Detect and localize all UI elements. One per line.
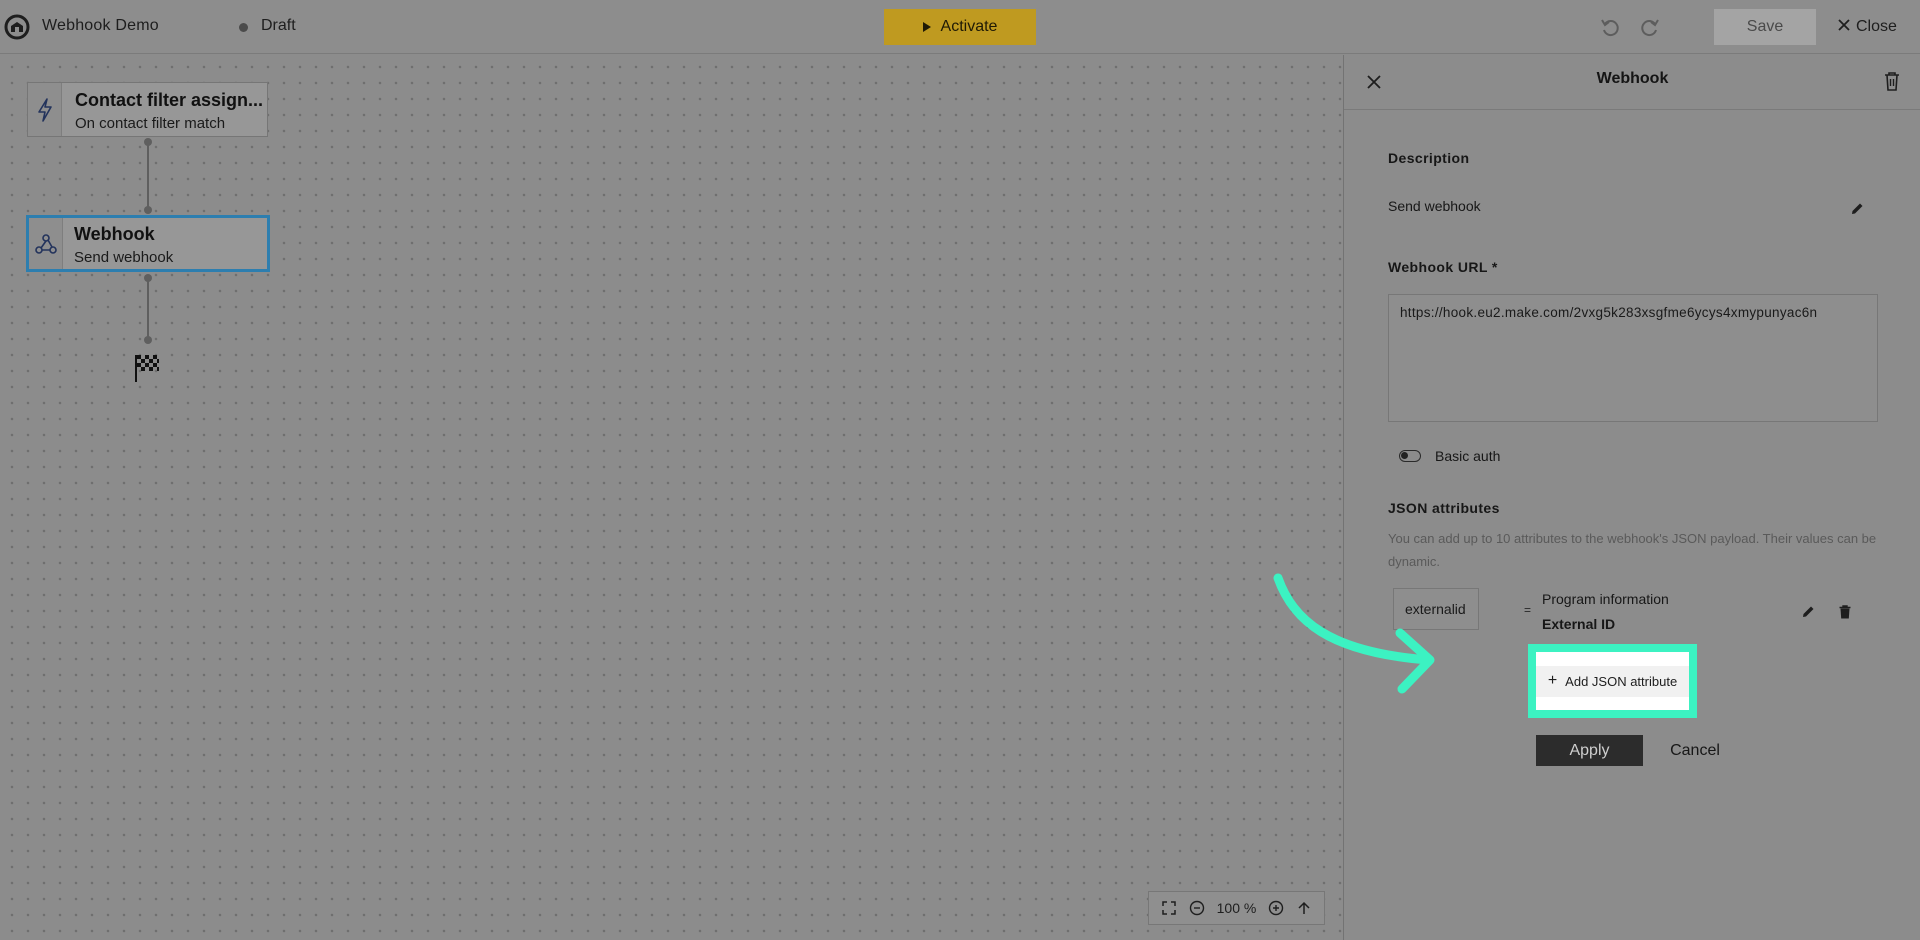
equals-sign: =	[1524, 603, 1532, 617]
webhook-settings-panel: Webhook Description Send webhook Webhook…	[1343, 55, 1920, 940]
attribute-source: Program information	[1542, 591, 1669, 607]
zoom-level: 100 %	[1216, 900, 1257, 916]
connector-dot	[144, 138, 152, 146]
annotation-arrow-icon	[1273, 573, 1435, 694]
node-title: Webhook	[74, 224, 155, 244]
app-logo-icon[interactable]	[4, 14, 30, 40]
node-subtitle: Send webhook	[74, 249, 174, 266]
fullscreen-icon[interactable]	[1160, 899, 1178, 917]
save-button[interactable]: Save	[1714, 9, 1816, 45]
plus-icon: +	[1547, 672, 1558, 689]
redo-icon[interactable]	[1637, 14, 1663, 40]
delete-attribute-icon[interactable]	[1836, 603, 1854, 621]
webhook-icon	[29, 218, 63, 269]
zoom-in-icon[interactable]	[1267, 899, 1285, 917]
panel-title: Webhook	[1596, 70, 1669, 87]
basic-auth-toggle[interactable]	[1399, 450, 1421, 462]
node-subtitle: On contact filter match	[75, 115, 226, 132]
add-attribute-highlight: + Add JSON attribute	[1528, 644, 1697, 718]
zoom-out-icon[interactable]	[1188, 899, 1206, 917]
edit-description-icon[interactable]	[1848, 200, 1866, 218]
toggle-knob	[1401, 452, 1408, 459]
add-json-attribute-button[interactable]: + Add JSON attribute	[1536, 665, 1689, 697]
close-button[interactable]: Close	[1838, 13, 1897, 41]
top-bar: Webhook Demo Draft Activate Save Close	[0, 0, 1920, 54]
description-label: Description	[1388, 150, 1470, 166]
json-attributes-label: JSON attributes	[1388, 500, 1500, 516]
lightning-icon	[28, 83, 62, 136]
basic-auth-label: Basic auth	[1435, 448, 1501, 464]
connector-dot	[144, 336, 152, 344]
play-icon	[922, 22, 931, 32]
json-attributes-help: You can add up to 10 attributes to the w…	[1388, 531, 1877, 569]
webhook-url-input[interactable]: https://hook.eu2.make.com/2vxg5k283xsgfm…	[1388, 294, 1878, 422]
attribute-field: External ID	[1542, 616, 1616, 632]
edit-attribute-icon[interactable]	[1799, 603, 1817, 621]
node-title: Contact filter assign...	[75, 90, 264, 110]
status-dot	[239, 23, 248, 32]
status-label: Draft	[261, 17, 296, 34]
workflow-node-trigger[interactable]: Contact filter assign... On contact filt…	[27, 82, 268, 137]
node-connector	[147, 142, 149, 210]
trash-icon[interactable]	[1881, 69, 1903, 93]
close-icon	[1838, 18, 1850, 36]
close-label: Close	[1856, 18, 1897, 35]
webhook-url-label: Webhook URL *	[1388, 259, 1498, 275]
undo-icon[interactable]	[1597, 14, 1623, 40]
panel-divider	[1344, 109, 1920, 110]
activate-label: Activate	[940, 18, 998, 35]
workflow-canvas[interactable]: Contact filter assign... On contact filt…	[0, 55, 1343, 940]
node-connector	[147, 278, 149, 340]
app-title: Webhook Demo	[42, 17, 159, 34]
zoom-controls: 100 %	[1148, 891, 1325, 925]
connector-dot	[144, 274, 152, 282]
activate-button[interactable]: Activate	[884, 9, 1036, 45]
apply-button[interactable]: Apply	[1536, 735, 1643, 766]
checkered-flag-icon	[133, 353, 161, 383]
workflow-node-webhook[interactable]: Webhook Send webhook	[26, 215, 270, 272]
arrow-up-icon[interactable]	[1295, 899, 1313, 917]
add-attribute-label: Add JSON attribute	[1565, 673, 1678, 689]
connector-dot	[144, 206, 152, 214]
cancel-button[interactable]: Cancel	[1656, 735, 1734, 766]
description-value: Send webhook	[1388, 198, 1481, 214]
